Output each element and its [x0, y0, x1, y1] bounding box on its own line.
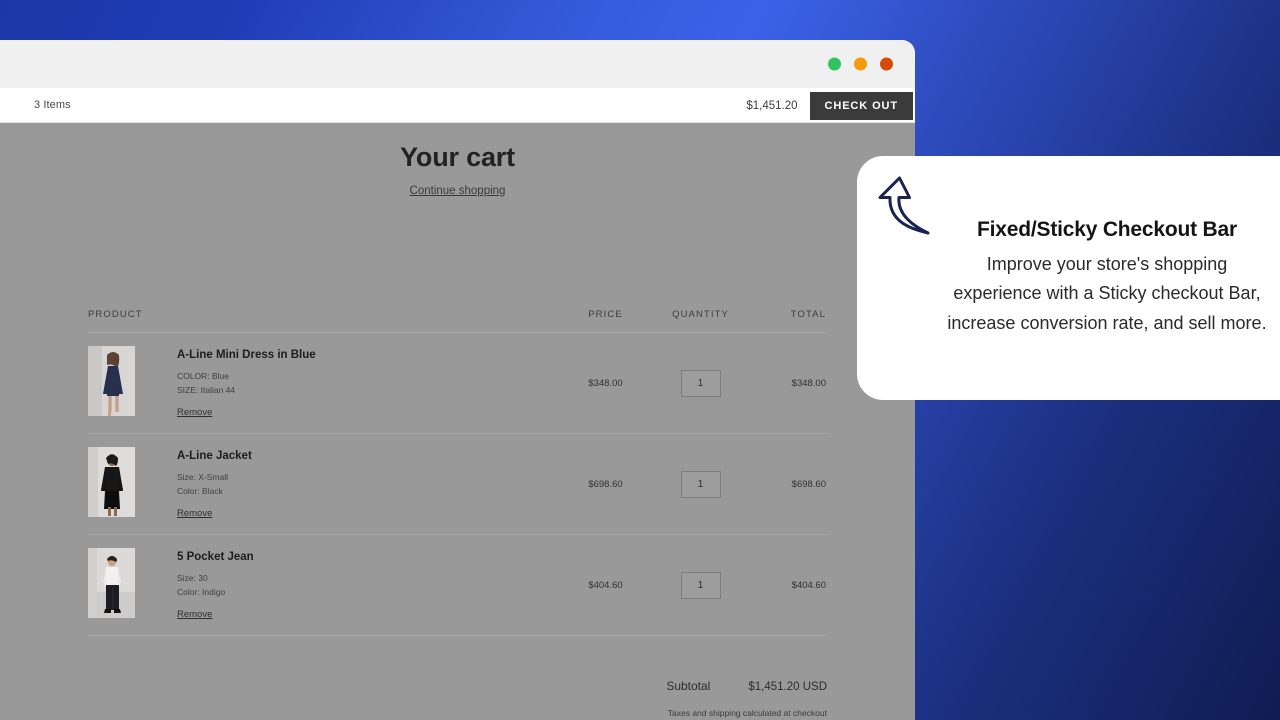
- remove-item-link[interactable]: Remove: [177, 609, 212, 620]
- product-option-color: Color: Indigo: [177, 586, 226, 597]
- quantity-input[interactable]: 1: [680, 369, 721, 397]
- product-option-size: Size: X-Small: [177, 472, 229, 483]
- cart-page: Your cart Continue shopping PRODUCT PRIC…: [0, 123, 915, 720]
- browser-title-bar: [0, 40, 915, 88]
- column-header-product: PRODUCT: [88, 309, 143, 320]
- column-header-quantity: QUANTITY: [672, 309, 729, 320]
- continue-shopping-link[interactable]: Continue shopping: [0, 185, 915, 197]
- product-thumbnail[interactable]: [88, 346, 135, 417]
- subtotal-label: Subtotal: [666, 679, 711, 693]
- column-header-total: TOTAL: [790, 309, 826, 320]
- sticky-bar-right-group: $1,451.20 CHECK OUT: [746, 88, 915, 123]
- product-option-size: Size: 30: [177, 573, 208, 584]
- sticky-checkout-bar: 3 Items $1,451.20 CHECK OUT: [0, 88, 915, 123]
- product-thumbnail[interactable]: [88, 548, 135, 619]
- maximize-dot[interactable]: [854, 57, 867, 71]
- product-option-color: Color: Black: [177, 485, 223, 496]
- product-title[interactable]: 5 Pocket Jean: [177, 551, 254, 563]
- cart-summary: Subtotal $1,451.20 USD Taxes and shippin…: [497, 679, 827, 720]
- table-row: A-Line Mini Dress in Blue COLOR: Blue SI…: [88, 332, 826, 433]
- curved-up-arrow-icon: [875, 172, 939, 249]
- cart-item-total: $698.60: [791, 478, 826, 490]
- remove-item-link[interactable]: Remove: [177, 407, 212, 418]
- quantity-input[interactable]: 1: [680, 571, 721, 599]
- product-title[interactable]: A-Line Mini Dress in Blue: [177, 349, 316, 361]
- cart-item-details: A-Line Jacket Size: X-Small Color: Black…: [177, 447, 252, 520]
- cart-item-quantity-cell: 1: [653, 470, 748, 498]
- callout-card: Fixed/Sticky Checkout Bar Improve your s…: [857, 156, 1280, 400]
- cart-item-product-cell: 5 Pocket Jean Size: 30 Color: Indigo Rem…: [88, 548, 558, 621]
- subtotal-value: $1,451.20 USD: [748, 681, 827, 693]
- cart-item-product-cell: A-Line Mini Dress in Blue COLOR: Blue SI…: [88, 346, 558, 419]
- remove-item-link[interactable]: Remove: [177, 508, 212, 519]
- page-title: Your cart: [400, 142, 515, 172]
- cart-item-product-cell: A-Line Jacket Size: X-Small Color: Black…: [88, 447, 558, 520]
- sticky-cart-total: $1,451.20: [746, 99, 798, 112]
- table-row: 5 Pocket Jean Size: 30 Color: Indigo Rem…: [88, 534, 826, 635]
- sticky-checkout-button[interactable]: CHECK OUT: [809, 91, 913, 120]
- product-option-size: SIZE: Italian 44: [177, 384, 236, 395]
- product-title[interactable]: A-Line Jacket: [177, 450, 252, 462]
- callout-text-group: Fixed/Sticky Checkout Bar Improve your s…: [943, 218, 1280, 338]
- browser-window: 3 Items $1,451.20 CHECK OUT Your cart Co…: [0, 40, 915, 720]
- cart-item-quantity-cell: 1: [653, 369, 748, 397]
- cart-item-total: $404.60: [791, 579, 826, 591]
- cart-table-header: PRODUCT PRICE QUANTITY TOTAL: [88, 309, 826, 332]
- table-row: A-Line Jacket Size: X-Small Color: Black…: [88, 433, 826, 534]
- cart-item-details: 5 Pocket Jean Size: 30 Color: Indigo Rem…: [177, 548, 254, 621]
- window-controls: [828, 57, 893, 71]
- cart-item-details: A-Line Mini Dress in Blue COLOR: Blue SI…: [177, 346, 316, 419]
- cart-item-quantity-cell: 1: [653, 571, 748, 599]
- callout-title: Fixed/Sticky Checkout Bar: [977, 218, 1237, 241]
- quantity-input[interactable]: 1: [680, 470, 721, 498]
- cart-item-price: $404.60: [588, 579, 623, 591]
- minimize-dot[interactable]: [828, 57, 841, 71]
- cart-table: PRODUCT PRICE QUANTITY TOTAL A-Line Mini…: [88, 309, 826, 636]
- cart-item-price: $348.00: [588, 377, 623, 389]
- product-option-color: COLOR: Blue: [177, 371, 229, 382]
- tax-shipping-note: Taxes and shipping calculated at checkou…: [667, 708, 827, 718]
- close-dot[interactable]: [880, 57, 893, 71]
- product-thumbnail[interactable]: [88, 447, 135, 518]
- sticky-items-count: 3 Items: [34, 99, 71, 111]
- cart-table-bottom-divider: [88, 635, 826, 636]
- cart-item-total: $348.00: [791, 377, 826, 389]
- subtotal-row: Subtotal $1,451.20 USD: [497, 679, 827, 693]
- column-header-price: PRICE: [588, 309, 623, 320]
- callout-body: Improve your store's shopping experience…: [947, 254, 1267, 333]
- cart-item-price: $698.60: [588, 478, 623, 490]
